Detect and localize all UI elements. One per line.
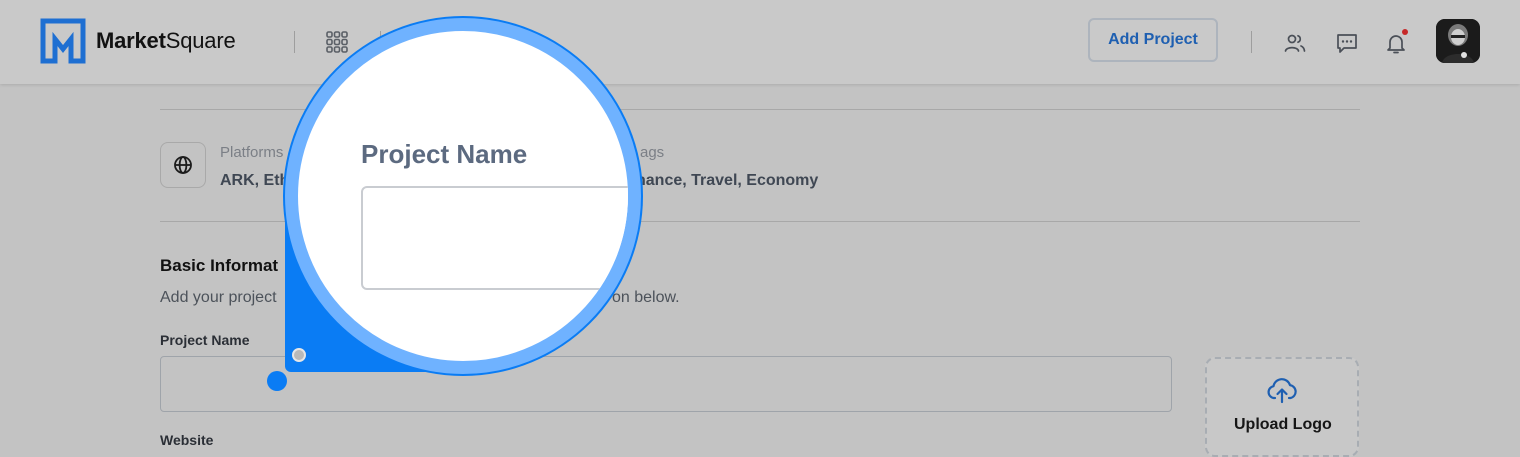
platforms-value: ARK, Eth bbox=[220, 172, 290, 189]
magnifier-lens: Project Name bbox=[285, 18, 641, 374]
users-icon[interactable] bbox=[1283, 31, 1307, 55]
add-project-button[interactable]: Add Project bbox=[1088, 18, 1218, 62]
magnifier-pointer-dot bbox=[292, 348, 306, 362]
upload-logo-dropzone[interactable] bbox=[1205, 357, 1359, 457]
basic-info-description-end: on below. bbox=[612, 289, 680, 306]
brand-name-light: Square bbox=[165, 28, 236, 53]
marketsquare-logo-icon[interactable] bbox=[40, 18, 86, 64]
click-target-indicator bbox=[267, 371, 287, 391]
tags-value: nance, Travel, Economy bbox=[636, 172, 819, 189]
chat-icon[interactable] bbox=[1335, 31, 1359, 55]
header-divider bbox=[294, 31, 295, 53]
platforms-icon-box bbox=[160, 142, 206, 188]
avatar-image-icon bbox=[1436, 19, 1480, 63]
notification-badge bbox=[1402, 29, 1408, 35]
top-navbar: MarketSquare Add Project bbox=[0, 0, 1520, 84]
basic-info-description: Add your project bbox=[160, 289, 277, 306]
header-divider bbox=[1251, 31, 1252, 53]
magnified-project-name-label: Project Name bbox=[361, 139, 528, 169]
user-avatar[interactable] bbox=[1436, 19, 1480, 63]
cloud-upload-icon bbox=[1267, 378, 1297, 404]
brand-name[interactable]: MarketSquare bbox=[96, 28, 236, 54]
apps-grid-icon[interactable] bbox=[326, 31, 348, 53]
tags-label: ags bbox=[640, 144, 665, 161]
project-name-label: Project Name bbox=[160, 332, 250, 348]
basic-info-title: Basic Informat bbox=[160, 256, 279, 275]
globe-icon bbox=[174, 156, 192, 174]
upload-logo-label: Upload Logo bbox=[1234, 416, 1332, 433]
magnified-project-name-input[interactable] bbox=[361, 186, 628, 290]
platforms-label: Platforms bbox=[220, 144, 284, 161]
brand-name-bold: Market bbox=[96, 28, 166, 53]
